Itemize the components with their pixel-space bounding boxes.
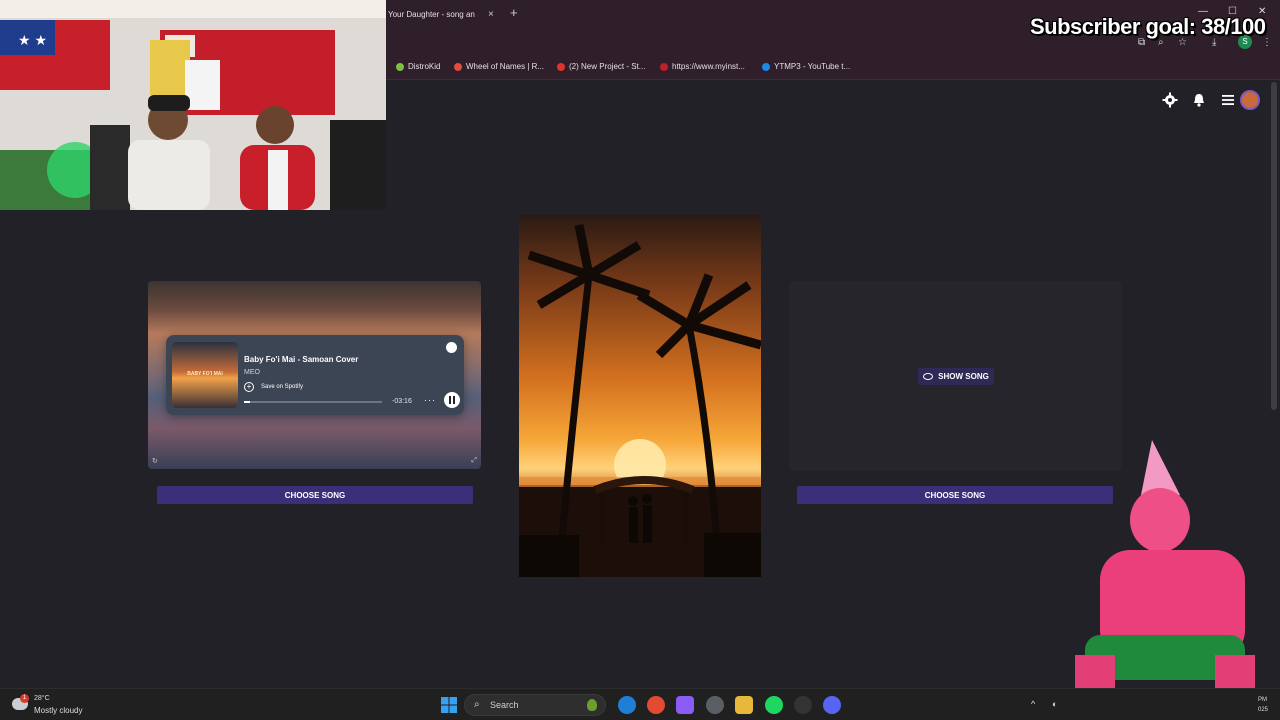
show-song-label: SHOW SONG [938, 372, 989, 381]
more-options-icon[interactable]: ··· [424, 395, 436, 405]
copilot-icon[interactable] [676, 696, 694, 714]
search-label: Search [490, 700, 519, 710]
expand-icon[interactable]: ⤢ [471, 457, 477, 465]
subscriber-goal-overlay: Subscriber goal: 38/100 [1030, 14, 1266, 39]
ytmp3-icon [762, 62, 770, 71]
chrome-icon[interactable] [647, 696, 665, 714]
artist-name[interactable]: MEO [244, 369, 260, 376]
bookmark-myinst[interactable]: https://www.myinst... [660, 62, 745, 71]
spotify-player: BABY FO'I MAI Baby Fo'i Mai - Samoan Cov… [166, 335, 464, 415]
search-highlight-icon [587, 699, 597, 711]
tray-app-icon[interactable]: ◐ [1052, 699, 1057, 709]
tray-date[interactable]: 025 [1258, 707, 1268, 713]
progress-fill [244, 401, 250, 403]
album-art: BABY FO'I MAI [172, 342, 238, 408]
bookmarks-bar: DistroKid Wheel of Names | R... (2) New … [386, 56, 1280, 80]
save-on-spotify-button[interactable]: + Save on Spotify [244, 382, 303, 392]
streamer-overlay-character [1075, 440, 1255, 690]
album-art-title: BABY FO'I MAI [187, 371, 223, 377]
progress-bar[interactable] [244, 401, 382, 403]
gear-icon[interactable] [1162, 92, 1178, 108]
weather-badge: 1 [20, 694, 29, 703]
browser-tab-active[interactable]: Your Daughter - song an × [388, 4, 500, 24]
hamburger-icon[interactable] [1220, 92, 1236, 108]
plus-circle-icon: + [244, 382, 254, 392]
spotify-taskbar-icon[interactable] [765, 696, 783, 714]
taskbar-search-box[interactable]: ⌕ Search [464, 694, 606, 716]
discord-icon[interactable] [823, 696, 841, 714]
webcam-scene: ★ ★ [0, 0, 386, 210]
settings-app-icon[interactable] [706, 696, 724, 714]
bookmark-wheel-of-names[interactable]: Wheel of Names | R... [454, 62, 544, 71]
center-image [519, 215, 761, 577]
show-song-button[interactable]: SHOW SONG [918, 368, 994, 385]
app-taskbar-icon[interactable] [794, 696, 812, 714]
time-remaining: -03:16 [392, 398, 412, 405]
page-scrollbar[interactable] [1271, 82, 1277, 410]
bookmark-distrokid[interactable]: DistroKid [396, 62, 440, 71]
left-song-card: BABY FO'I MAI Baby Fo'i Mai - Samoan Cov… [148, 281, 481, 469]
file-explorer-icon[interactable] [735, 696, 753, 714]
tab-title: Your Daughter - song an [388, 9, 475, 19]
windows-taskbar: 1 28°C Mostly cloudy ⌕ Search ^ ◐ PM 025 [0, 688, 1280, 720]
weather-temperature[interactable]: 28°C [34, 695, 50, 702]
edge-icon[interactable] [618, 696, 636, 714]
wheel-icon [454, 62, 462, 71]
tab-close-icon[interactable]: × [488, 9, 494, 20]
choose-song-button-left[interactable]: CHOOSE SONG [157, 486, 473, 504]
weather-description[interactable]: Mostly cloudy [34, 706, 82, 715]
site-icon [660, 62, 668, 71]
bookmark-ytmp3[interactable]: YTMP3 - YouTube t... [762, 62, 850, 71]
webcam-feed: ★ ★ [0, 0, 386, 210]
tray-chevron-up-icon[interactable]: ^ [1031, 699, 1035, 709]
bookmark-new-project[interactable]: (2) New Project - St... [557, 62, 645, 71]
save-label: Save on Spotify [261, 384, 304, 390]
windows-start-icon[interactable] [441, 697, 457, 713]
distrokid-icon [396, 62, 404, 71]
svg-text:★ ★: ★ ★ [18, 32, 47, 48]
choose-song-button-right[interactable]: CHOOSE SONG [797, 486, 1113, 504]
pause-button[interactable] [444, 392, 460, 408]
tray-time[interactable]: PM [1258, 697, 1267, 703]
beach-wedding-illustration [519, 224, 761, 577]
eye-icon [923, 373, 934, 380]
refresh-icon[interactable]: ↻ [152, 457, 158, 465]
new-tab-button[interactable]: + [510, 5, 518, 20]
spotify-logo-icon[interactable] [446, 342, 457, 353]
bell-icon[interactable] [1191, 92, 1207, 108]
user-avatar[interactable] [1240, 90, 1260, 110]
project-icon [557, 62, 565, 71]
search-icon: ⌕ [474, 699, 480, 710]
song-title[interactable]: Baby Fo'i Mai - Samoan Cover [244, 355, 358, 364]
